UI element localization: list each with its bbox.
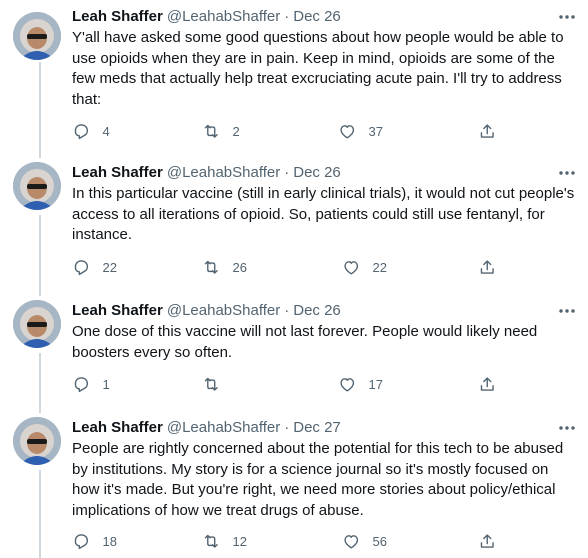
share-icon <box>478 258 497 277</box>
separator: · <box>284 419 290 436</box>
like-button[interactable]: 56 <box>342 531 387 551</box>
reply-button[interactable]: 4 <box>72 121 110 141</box>
author-name[interactable]: Leah Shaffer <box>72 164 163 181</box>
reply-button[interactable]: 18 <box>72 531 117 551</box>
tweet-date[interactable]: Dec 26 <box>293 8 341 25</box>
like-button[interactable]: 37 <box>338 121 383 141</box>
more-icon[interactable] <box>556 417 578 439</box>
like-icon <box>342 258 361 277</box>
reply-button[interactable]: 22 <box>72 257 117 277</box>
author-name[interactable]: Leah Shaffer <box>72 419 163 436</box>
author-name[interactable]: Leah Shaffer <box>72 8 163 25</box>
retweet-count: 2 <box>232 123 240 139</box>
like-button[interactable]: 17 <box>338 374 383 394</box>
tweet-actions: 1 17 <box>72 374 512 394</box>
reply-icon <box>72 532 91 551</box>
avatar[interactable] <box>13 300 61 348</box>
reply-icon <box>72 122 91 141</box>
author-handle[interactable]: @LeahabShaffer <box>167 164 280 181</box>
like-count: 56 <box>372 533 387 549</box>
tweet-actions: 18 12 56 <box>72 531 512 551</box>
separator: · <box>284 8 290 25</box>
tweet-date[interactable]: Dec 26 <box>293 302 341 319</box>
avatar[interactable] <box>13 417 61 465</box>
author-name[interactable]: Leah Shaffer <box>72 302 163 319</box>
share-icon <box>478 375 497 394</box>
retweet-icon <box>202 258 221 277</box>
tweet-header: Leah Shaffer @LeahabShaffer · Dec 27 <box>72 417 341 439</box>
like-icon <box>338 375 357 394</box>
avatar[interactable] <box>13 162 61 210</box>
share-icon <box>478 532 497 551</box>
reply-count: 1 <box>102 376 110 392</box>
like-button[interactable]: 22 <box>342 257 387 277</box>
reply-count: 22 <box>102 259 117 275</box>
author-handle[interactable]: @LeahabShaffer <box>167 302 280 319</box>
retweet-button[interactable] <box>202 374 233 394</box>
retweet-count: 12 <box>232 533 247 549</box>
retweet-icon <box>202 122 221 141</box>
retweet-button[interactable]: 12 <box>202 531 247 551</box>
tweet[interactable]: Leah Shaffer @LeahabShaffer · Dec 26 Y'all … <box>0 6 588 150</box>
reply-count: 4 <box>102 123 110 139</box>
like-count: 17 <box>368 376 383 392</box>
like-count: 22 <box>372 259 387 275</box>
tweet-actions: 22 26 22 <box>72 257 512 277</box>
retweet-icon <box>202 532 221 551</box>
reply-count: 18 <box>102 533 117 549</box>
share-button[interactable] <box>478 531 497 551</box>
more-icon[interactable] <box>556 300 578 322</box>
like-icon <box>338 122 357 141</box>
tweet-header: Leah Shaffer @LeahabShaffer · Dec 26 <box>72 162 341 184</box>
retweet-button[interactable]: 26 <box>202 257 247 277</box>
more-icon[interactable] <box>556 162 578 184</box>
tweet-header: Leah Shaffer @LeahabShaffer · Dec 26 <box>72 300 341 322</box>
reply-icon <box>72 375 91 394</box>
avatar[interactable] <box>13 12 61 60</box>
like-icon <box>342 532 361 551</box>
share-button[interactable] <box>478 121 497 141</box>
tweet[interactable]: Leah Shaffer @LeahabShaffer · Dec 26 In thi… <box>0 162 588 282</box>
reply-icon <box>72 258 91 277</box>
retweet-count: 26 <box>232 259 247 275</box>
tweet[interactable]: Leah Shaffer @LeahabShaffer · Dec 26 One do… <box>0 300 588 400</box>
tweet-text: People are rightly concerned about the p… <box>72 440 564 519</box>
retweet-icon <box>202 375 221 394</box>
tweet-text: In this particular vaccine (still in ear… <box>72 185 575 243</box>
more-icon[interactable] <box>556 6 578 28</box>
share-button[interactable] <box>478 257 497 277</box>
separator: · <box>284 302 290 319</box>
reply-button[interactable]: 1 <box>72 374 110 394</box>
tweet-date[interactable]: Dec 26 <box>293 164 341 181</box>
tweet-header: Leah Shaffer @LeahabShaffer · Dec 26 <box>72 6 341 28</box>
tweet-actions: 4 2 37 <box>72 121 512 141</box>
retweet-button[interactable]: 2 <box>202 121 240 141</box>
share-icon <box>478 122 497 141</box>
author-handle[interactable]: @LeahabShaffer <box>167 419 280 436</box>
like-count: 37 <box>368 123 383 139</box>
tweet-date[interactable]: Dec 27 <box>293 419 341 436</box>
author-handle[interactable]: @LeahabShaffer <box>167 8 280 25</box>
tweet[interactable]: Leah Shaffer @LeahabShaffer · Dec 27 People… <box>0 417 588 558</box>
separator: · <box>284 164 290 181</box>
share-button[interactable] <box>478 374 497 394</box>
tweet-text: One dose of this vaccine will not last f… <box>72 323 538 361</box>
tweet-text: Y'all have asked some good questions abo… <box>72 29 564 108</box>
